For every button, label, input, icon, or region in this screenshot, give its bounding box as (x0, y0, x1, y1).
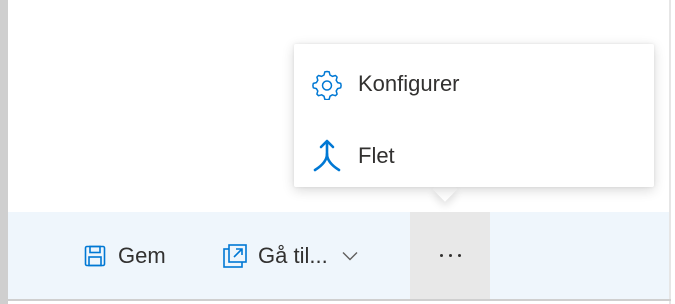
gear-icon (310, 67, 344, 101)
save-button[interactable]: Gem (82, 212, 166, 299)
window-right-border (669, 0, 671, 304)
chevron-down-icon[interactable] (342, 251, 358, 261)
menu-item-merge-label: Flet (358, 143, 395, 168)
window-left-border (0, 0, 8, 304)
more-ellipsis-icon (439, 254, 461, 257)
merge-icon (310, 139, 344, 173)
menu-item-merge[interactable]: Flet (294, 126, 654, 186)
more-options-button[interactable] (410, 212, 490, 299)
overflow-menu: Konfigurer Flet (294, 44, 654, 187)
menu-item-configure-label: Konfigurer (358, 71, 460, 96)
goto-button[interactable]: Gå til... (222, 212, 358, 299)
menu-item-configure[interactable]: Konfigurer (294, 54, 654, 114)
goto-label: Gå til... (258, 242, 328, 268)
save-icon (82, 243, 108, 269)
save-label: Gem (118, 242, 166, 268)
command-bar: Gem Gå til... (8, 212, 669, 299)
open-in-new-icon (222, 243, 248, 269)
window-bottom-border (8, 299, 671, 301)
